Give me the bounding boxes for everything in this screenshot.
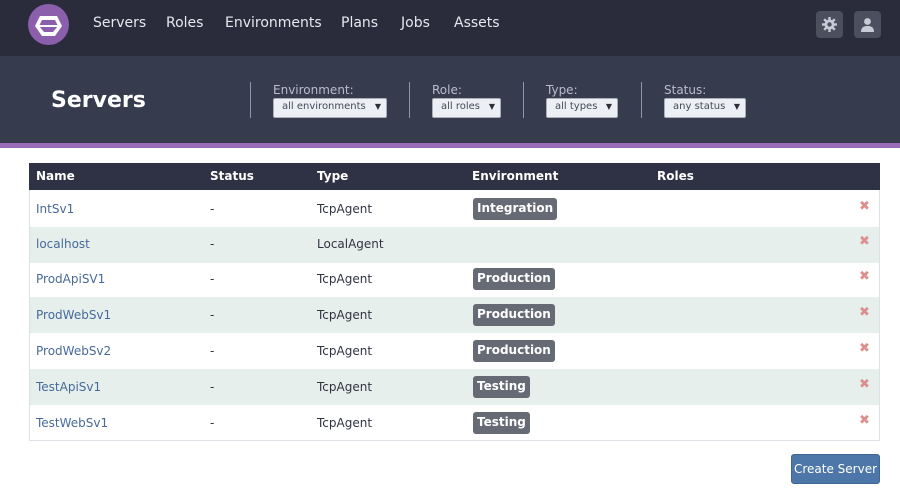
environment-filter-select[interactable]: all environments ▼ [273, 98, 387, 118]
server-type: TcpAgent [317, 416, 373, 430]
settings-button[interactable] [816, 11, 843, 38]
table-header: Name Status Type Environment Roles [29, 163, 880, 190]
server-type: LocalAgent [317, 237, 384, 251]
role-filter-select[interactable]: all roles ▼ [432, 98, 501, 118]
environment-badge: Production [473, 340, 555, 362]
role-filter-label: Role: [432, 83, 462, 97]
delete-icon[interactable]: ✖ [859, 413, 870, 428]
servers-table: Name Status Type Environment Roles IntSv… [29, 163, 880, 441]
column-header-environment[interactable]: Environment [472, 169, 558, 183]
chevron-down-icon: ▼ [374, 102, 381, 111]
column-header-status[interactable]: Status [210, 169, 254, 183]
status-filter-label: Status: [664, 83, 707, 97]
server-name-link[interactable]: ProdWebSv1 [36, 308, 111, 322]
server-status: - [210, 380, 215, 394]
type-filter-value: all types [555, 101, 598, 112]
octopus-logo-icon[interactable] [28, 4, 69, 45]
server-status: - [210, 272, 215, 286]
environment-badge: Integration [473, 198, 558, 220]
status-filter-value: any status [673, 101, 726, 112]
table-row: TestWebSv1 - TcpAgent Testing ✖ [30, 405, 879, 441]
server-name-link[interactable]: localhost [36, 237, 90, 251]
server-status: - [210, 344, 215, 358]
nav-link-environments[interactable]: Environments [225, 15, 322, 31]
table-row: IntSv1 - TcpAgent Integration ✖ [30, 191, 879, 227]
user-menu-button[interactable] [854, 11, 881, 38]
user-icon [861, 18, 874, 32]
delete-icon[interactable]: ✖ [859, 341, 870, 356]
environment-badge: Testing [473, 376, 530, 398]
type-filter-label: Type: [546, 83, 578, 97]
column-header-name[interactable]: Name [36, 169, 75, 183]
column-header-roles[interactable]: Roles [657, 169, 694, 183]
table-row: ProdApiSV1 - TcpAgent Production ✖ [30, 261, 879, 297]
server-name-link[interactable]: ProdWebSv2 [36, 344, 111, 358]
divider [409, 82, 410, 118]
server-type: TcpAgent [317, 380, 373, 394]
server-name-link[interactable]: ProdApiSV1 [36, 272, 105, 286]
divider [523, 82, 524, 118]
server-type: TcpAgent [317, 202, 373, 216]
server-type: TcpAgent [317, 308, 373, 322]
server-name-link[interactable]: TestWebSv1 [36, 416, 108, 430]
chevron-down-icon: ▼ [488, 102, 495, 111]
server-name-link[interactable]: TestApiSv1 [36, 380, 101, 394]
environment-badge: Production [473, 304, 555, 326]
environment-filter-label: Environment: [273, 83, 354, 97]
environment-badge: Production [473, 268, 555, 290]
divider [641, 82, 642, 118]
accent-bar [0, 143, 900, 148]
gear-icon [822, 17, 837, 32]
top-nav: Servers Roles Environments Plans Jobs As… [0, 0, 900, 56]
table-row: ProdWebSv1 - TcpAgent Production ✖ [30, 297, 879, 333]
server-status: - [210, 308, 215, 322]
nav-link-assets[interactable]: Assets [454, 15, 500, 31]
server-type: TcpAgent [317, 344, 373, 358]
table-row: localhost - LocalAgent ✖ [30, 227, 879, 263]
environment-filter-value: all environments [282, 101, 366, 112]
delete-icon[interactable]: ✖ [859, 199, 870, 214]
page-header: Servers Environment: all environments ▼ … [0, 56, 900, 143]
create-server-button[interactable]: Create Server [791, 454, 880, 484]
chevron-down-icon: ▼ [733, 102, 740, 111]
server-status: - [210, 237, 215, 251]
nav-link-jobs[interactable]: Jobs [401, 15, 430, 31]
delete-icon[interactable]: ✖ [859, 269, 870, 284]
nav-link-servers[interactable]: Servers [93, 15, 146, 31]
divider [250, 82, 251, 118]
type-filter-select[interactable]: all types ▼ [546, 98, 618, 118]
table-row: ProdWebSv2 - TcpAgent Production ✖ [30, 333, 879, 369]
nav-link-plans[interactable]: Plans [341, 15, 378, 31]
server-name-link[interactable]: IntSv1 [36, 202, 74, 216]
delete-icon[interactable]: ✖ [859, 234, 870, 249]
delete-icon[interactable]: ✖ [859, 305, 870, 320]
column-header-type[interactable]: Type [317, 169, 348, 183]
chevron-down-icon: ▼ [605, 102, 612, 111]
server-status: - [210, 202, 215, 216]
status-filter-select[interactable]: any status ▼ [664, 98, 746, 118]
server-type: TcpAgent [317, 272, 373, 286]
environment-badge: Testing [473, 412, 530, 434]
nav-link-roles[interactable]: Roles [166, 15, 203, 31]
table-row: TestApiSv1 - TcpAgent Testing ✖ [30, 369, 879, 405]
role-filter-value: all roles [441, 101, 481, 112]
server-status: - [210, 416, 215, 430]
page-title: Servers [51, 88, 146, 113]
delete-icon[interactable]: ✖ [859, 377, 870, 392]
